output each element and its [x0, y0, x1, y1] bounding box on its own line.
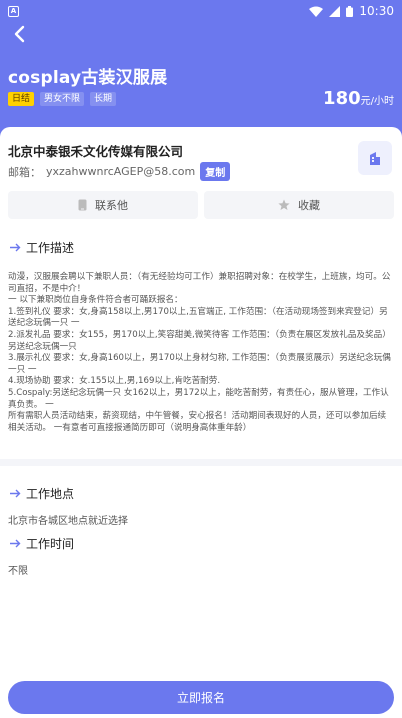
time-text: 不限 — [8, 566, 28, 577]
company-email-row: 邮箱： yxzahwwnrcAGEP@58.com 复制 — [8, 162, 231, 181]
notification-icon: A — [8, 5, 19, 17]
salary-unit: 元/小时 — [360, 96, 394, 107]
salary-amount: 180 — [323, 88, 361, 109]
company-logo[interactable] — [358, 141, 392, 175]
tag-long-term: 长期 — [90, 92, 117, 106]
building-icon — [370, 152, 380, 165]
signal-icon — [329, 5, 341, 17]
job-detail-card: 北京中泰银禾文化传媒有限公司 邮箱： yxzahwwnrcAGEP@58.com… — [0, 127, 402, 459]
copy-email-button[interactable]: 复制 — [200, 162, 231, 181]
arrow-right-icon — [10, 243, 21, 252]
phone-icon — [78, 199, 87, 211]
favorite-button[interactable]: 收藏 — [204, 191, 394, 219]
star-icon — [278, 199, 290, 210]
tag-daily-pay: 日结 — [8, 92, 35, 106]
wifi-icon — [309, 6, 324, 17]
time-title: 工作时间 — [26, 537, 75, 551]
tag-gender: 男女不限 — [40, 92, 85, 106]
arrow-right-icon — [10, 539, 21, 548]
location-text: 北京市各城区地点就近选择 — [8, 516, 128, 527]
job-title: cosplay古装汉服展 — [8, 68, 168, 88]
header: A 10:30 cosplay古装汉服展 日结 男女不限 长期 180元/小时 — [0, 0, 402, 142]
description-title: 工作描述 — [26, 241, 75, 255]
description-section-title: 工作描述 — [10, 239, 74, 256]
contact-label: 联系他 — [95, 199, 128, 212]
apply-button[interactable]: 立即报名 — [8, 681, 394, 714]
salary: 180元/小时 — [323, 88, 394, 109]
clock: 10:30 — [359, 4, 394, 18]
back-arrow-icon[interactable] — [10, 24, 30, 44]
email-value: yxzahwwnrcAGEP@58.com — [46, 165, 196, 178]
location-title: 工作地点 — [26, 487, 75, 501]
job-tags: 日结 男女不限 长期 — [8, 92, 117, 106]
contact-button[interactable]: 联系他 — [8, 191, 198, 219]
favorite-label: 收藏 — [298, 199, 320, 212]
action-row: 联系他 收藏 — [8, 191, 394, 219]
arrow-right-icon — [10, 489, 21, 498]
time-section-title: 工作时间 — [10, 535, 74, 552]
email-label: 邮箱： — [8, 165, 41, 179]
status-bar: A 10:30 — [0, 0, 402, 22]
job-description: 动漫，汉服展会聘以下兼职人员：（有无经验均可工作）兼职招聘对象：在校学生，上班族… — [8, 272, 391, 433]
location-section-title: 工作地点 — [10, 485, 74, 502]
battery-icon — [346, 5, 354, 17]
company-name: 北京中泰银禾文化传媒有限公司 — [8, 144, 184, 159]
